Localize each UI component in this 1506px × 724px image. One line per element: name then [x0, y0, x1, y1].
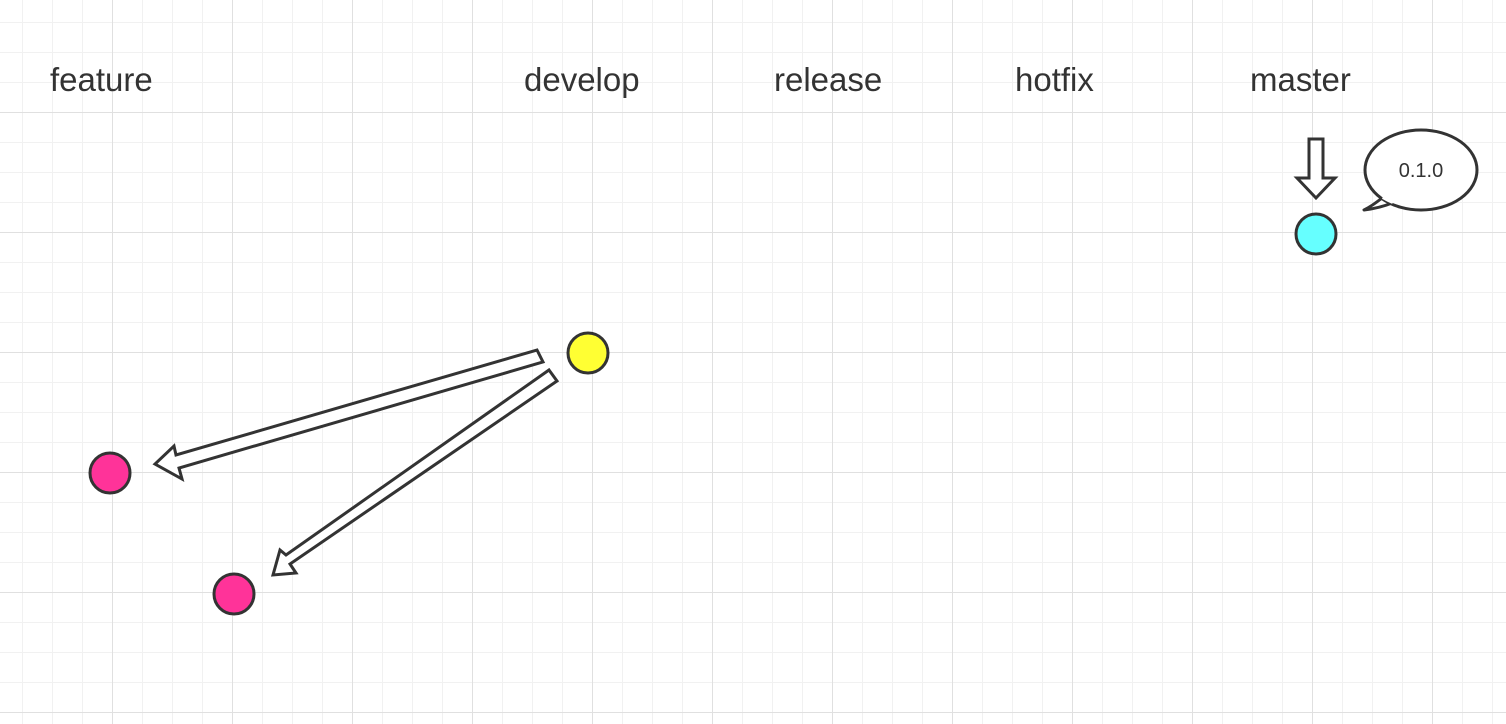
master-commit: [1294, 212, 1338, 256]
tag-bubble: 0.1.0: [1362, 128, 1479, 212]
diagram-graphics: 0.1.0: [88, 128, 1479, 616]
feature-commit-2: [212, 572, 256, 616]
develop-commit: [566, 331, 610, 375]
master-down-arrow-icon: [1293, 137, 1339, 201]
feature-commit-1: [88, 451, 132, 495]
diagram-canvas: feature develop release hotfix master 0.…: [0, 0, 1506, 724]
tag-label: 0.1.0: [1399, 160, 1443, 182]
